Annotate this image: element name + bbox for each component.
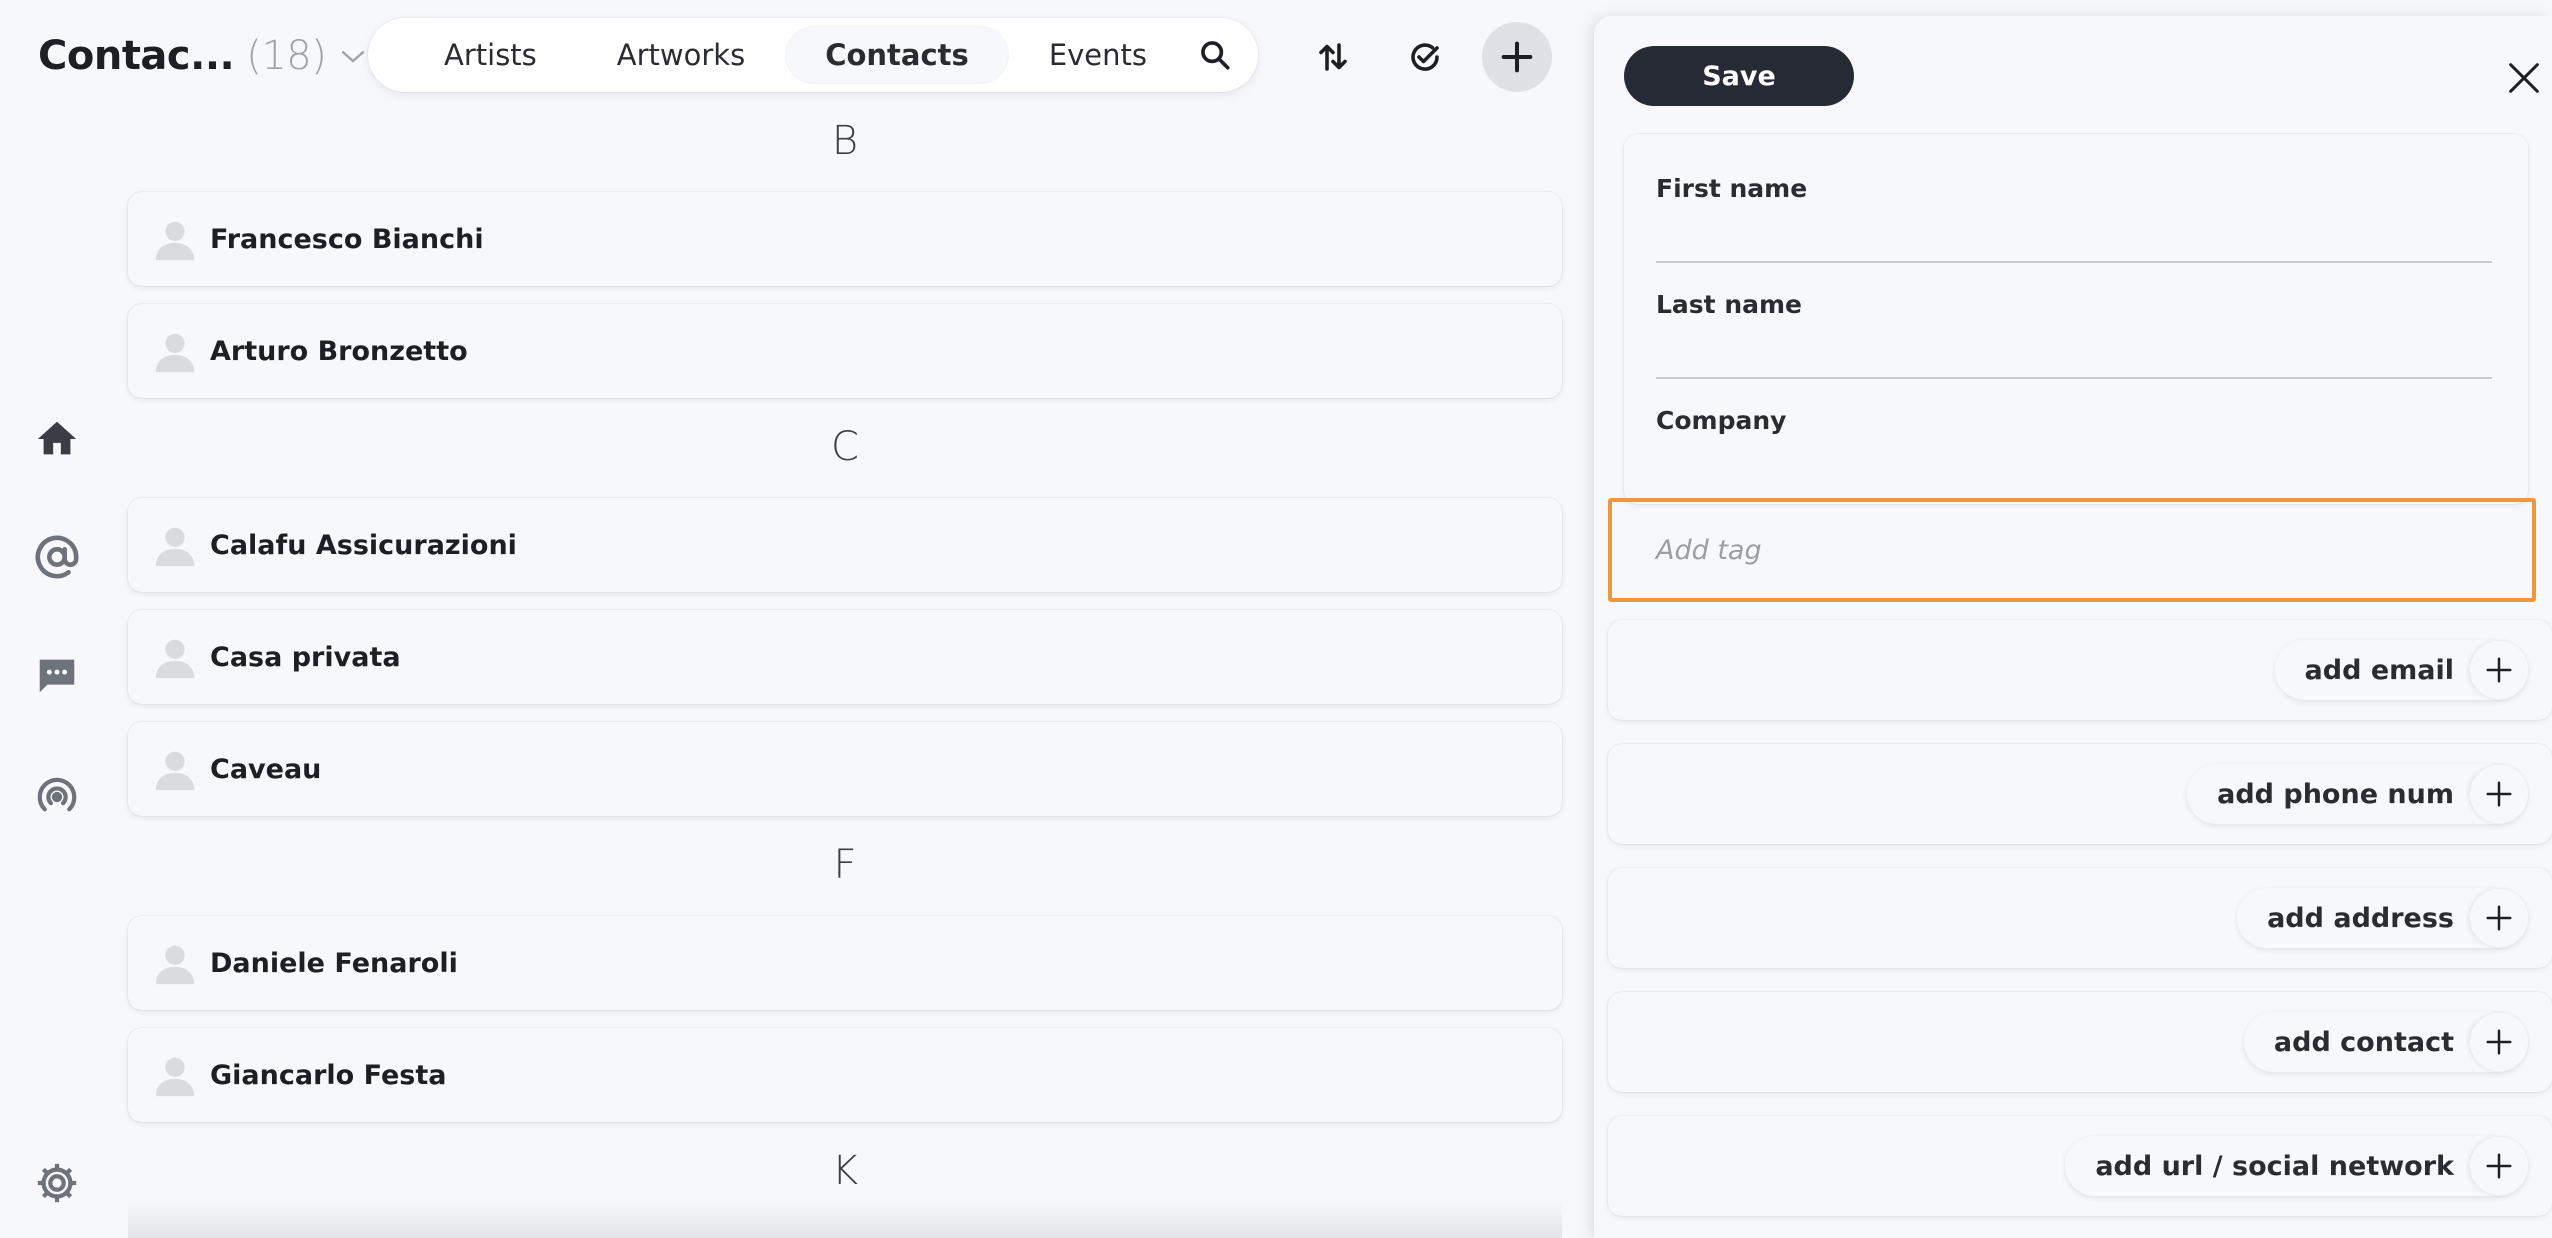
contact-row[interactable]: Caveau xyxy=(128,722,1562,816)
contact-row[interactable]: Calafu Assicurazioni xyxy=(128,498,1562,592)
plus-icon[interactable] xyxy=(1482,22,1552,92)
section-letter: C xyxy=(831,424,859,470)
section-letter: B xyxy=(831,118,859,164)
contact-row[interactable]: Arturo Bronzetto xyxy=(128,304,1562,398)
main-tabs: Artists Artworks Contacts Events xyxy=(368,18,1258,92)
tab-label: Events xyxy=(1048,38,1147,72)
broadcast-icon[interactable] xyxy=(30,770,84,824)
phone-section: add phone num xyxy=(1608,744,2552,844)
check-circle-icon[interactable] xyxy=(1390,22,1460,92)
tab-label: Artworks xyxy=(616,38,746,72)
contact-name: Daniele Fenaroli xyxy=(210,947,458,979)
page-title-dropdown[interactable]: Contac... (18) xyxy=(38,28,368,84)
close-icon[interactable] xyxy=(2500,54,2548,102)
add-phone-label: add phone num xyxy=(2217,778,2454,810)
name-fields-card: First name Last name Company xyxy=(1624,134,2528,504)
add-contact-label: add contact xyxy=(2273,1026,2454,1058)
contact-count: (18) xyxy=(246,33,327,79)
input-underline xyxy=(1656,261,2492,263)
plus-icon xyxy=(2470,641,2528,699)
add-email-label: add email xyxy=(2304,654,2454,686)
tag-input-focus-ring: Add tag xyxy=(1608,498,2536,602)
tab-label: Artists xyxy=(444,38,537,72)
add-address-label: add address xyxy=(2267,902,2454,934)
section-letter: F xyxy=(833,842,857,888)
contact-name: Giancarlo Festa xyxy=(210,1059,447,1091)
tab-label: Contacts xyxy=(825,38,969,72)
at-icon[interactable] xyxy=(30,530,84,584)
section-letter: K xyxy=(831,1148,859,1194)
contact-name: Caveau xyxy=(210,753,322,785)
gear-icon[interactable] xyxy=(30,1156,84,1210)
plus-icon xyxy=(2470,1013,2528,1071)
chevron-down-icon xyxy=(342,51,365,63)
person-icon xyxy=(155,221,195,261)
last-name-label: Last name xyxy=(1656,290,1803,319)
person-icon xyxy=(155,527,195,567)
tab-artworks[interactable]: Artworks xyxy=(577,26,785,84)
first-name-label: First name xyxy=(1656,174,1808,203)
input-underline xyxy=(1656,377,2492,379)
add-contact-button[interactable]: add contact xyxy=(2243,1012,2528,1072)
sort-icon[interactable] xyxy=(1298,22,1368,92)
person-icon xyxy=(155,751,195,791)
person-icon xyxy=(155,1057,195,1097)
first-name-field[interactable]: First name xyxy=(1656,174,2492,263)
person-icon xyxy=(155,333,195,373)
list-fade xyxy=(128,1200,1562,1238)
contact-name: Casa privata xyxy=(210,641,401,673)
person-icon xyxy=(155,639,195,679)
last-name-field[interactable]: Last name xyxy=(1656,290,2492,379)
add-email-button[interactable]: add email xyxy=(2274,640,2528,700)
url-section: add url / social network xyxy=(1608,1116,2552,1216)
save-button[interactable]: Save xyxy=(1624,46,1854,106)
plus-icon xyxy=(2470,765,2528,823)
contact-name: Francesco Bianchi xyxy=(210,223,484,255)
plus-icon xyxy=(2470,1137,2528,1195)
contact-row[interactable]: Francesco Bianchi xyxy=(128,192,1562,286)
add-address-button[interactable]: add address xyxy=(2237,888,2528,948)
chat-icon[interactable] xyxy=(30,648,84,702)
plus-icon xyxy=(2470,889,2528,947)
add-url-label: add url / social network xyxy=(2095,1150,2454,1182)
contact-section: add contact xyxy=(1608,992,2552,1092)
add-phone-button[interactable]: add phone num xyxy=(2187,764,2528,824)
search-icon[interactable] xyxy=(1187,26,1242,84)
contact-row[interactable]: Daniele Fenaroli xyxy=(128,916,1562,1010)
contact-row[interactable]: Giancarlo Festa xyxy=(128,1028,1562,1122)
tab-events[interactable]: Events xyxy=(1009,26,1187,84)
page-title: Contac... xyxy=(38,33,235,79)
contact-row[interactable]: Casa privata xyxy=(128,610,1562,704)
address-section: add address xyxy=(1608,868,2552,968)
company-label: Company xyxy=(1656,406,1787,435)
contact-editor-panel: Save First name Last name Company Add ta… xyxy=(1594,16,2552,1238)
tag-input[interactable]: Add tag xyxy=(1622,508,2532,592)
contact-name: Arturo Bronzetto xyxy=(210,335,468,367)
add-url-button[interactable]: add url / social network xyxy=(2065,1136,2528,1196)
person-icon xyxy=(155,945,195,985)
email-section: add email xyxy=(1608,620,2552,720)
tab-contacts[interactable]: Contacts xyxy=(785,26,1009,84)
home-icon[interactable] xyxy=(30,412,84,466)
side-rail xyxy=(0,0,116,1238)
company-field[interactable]: Company xyxy=(1656,406,2492,435)
contact-name: Calafu Assicurazioni xyxy=(210,529,517,561)
tab-artists[interactable]: Artists xyxy=(404,26,577,84)
